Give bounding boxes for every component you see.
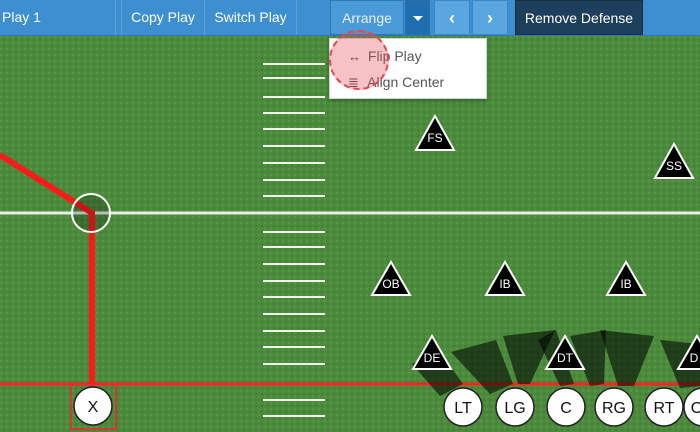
defender-label: DE <box>424 351 441 365</box>
next-play-button[interactable]: › <box>472 0 508 35</box>
defender-label: FS <box>427 131 442 145</box>
flip-play-menu-item[interactable]: ↔ Flip Play <box>330 43 486 69</box>
offense-label: RT <box>653 400 674 417</box>
play-name-field[interactable]: Play 1 <box>0 0 116 35</box>
defender-label: SS <box>666 159 682 173</box>
defender-label: DT <box>557 351 574 365</box>
offense-label: LG <box>504 400 525 417</box>
arrange-dropdown-menu: ↔ Flip Play ≣ Align Center <box>329 38 487 99</box>
defender-label: IB <box>499 277 510 291</box>
align-center-label: Align Center <box>367 74 445 90</box>
chevron-right-icon: › <box>487 8 493 28</box>
copy-play-button[interactable]: Copy Play <box>121 0 205 35</box>
defender-label: D <box>690 351 699 365</box>
offense-label: X <box>88 399 99 416</box>
offense-label: LT <box>454 400 472 417</box>
caret-down-icon <box>412 15 423 21</box>
list-lines-icon: ≣ <box>348 75 359 90</box>
offense-label: C <box>560 400 572 417</box>
offense-label: O <box>691 400 700 417</box>
arrange-dropdown-toggle[interactable] <box>405 0 430 35</box>
defender-label: OB <box>382 277 399 291</box>
previous-play-button[interactable]: ‹ <box>434 0 470 35</box>
route-handle[interactable] <box>71 193 111 233</box>
arrange-button[interactable]: Arrange <box>330 0 404 35</box>
flip-play-label: Flip Play <box>367 48 422 64</box>
defender-label: IB <box>620 277 631 291</box>
chevron-left-icon: ‹ <box>449 8 455 28</box>
toolbar: Play 1 Copy Play Switch Play Arrange ‹ ›… <box>0 0 700 36</box>
offense-label: RG <box>602 400 626 417</box>
remove-defense-button[interactable]: Remove Defense <box>515 0 643 35</box>
align-center-menu-item[interactable]: ≣ Align Center <box>330 69 486 95</box>
arrows-horizontal-icon: ↔ <box>348 49 361 64</box>
switch-play-button[interactable]: Switch Play <box>205 0 297 35</box>
